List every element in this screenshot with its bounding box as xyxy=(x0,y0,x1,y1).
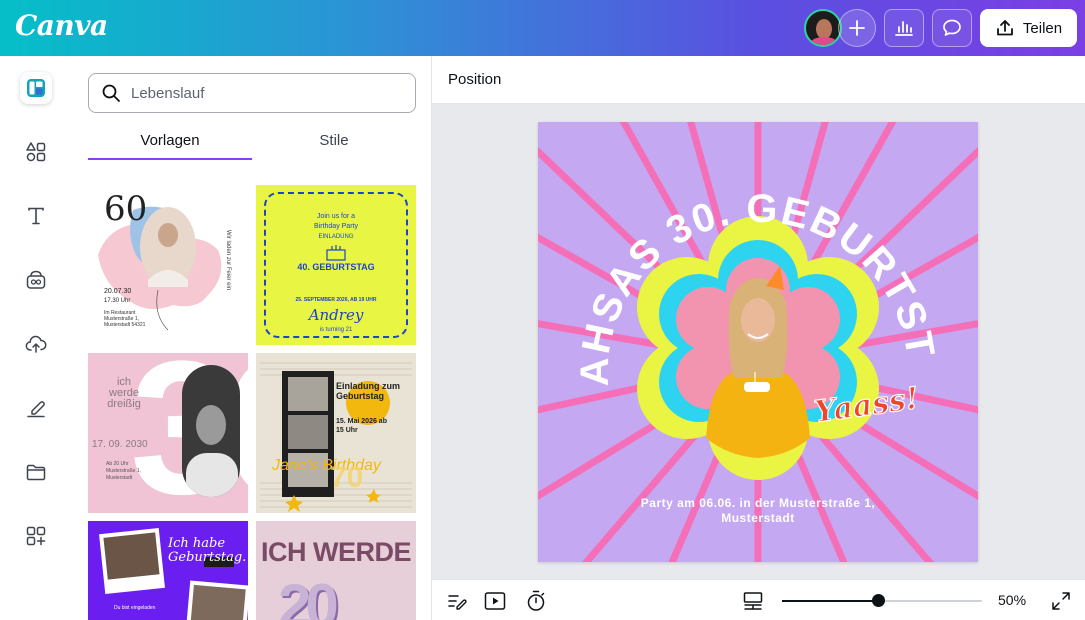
expand-icon xyxy=(1052,592,1070,610)
timer-button[interactable] xyxy=(525,590,547,612)
brand-kit-icon xyxy=(26,270,46,289)
template-line5: 25. SEPTEMBER 2026, AB 19 UHR xyxy=(295,297,377,303)
template-card[interactable]: Ich habe Geburtstag. Du bist eingeladen xyxy=(88,521,248,620)
template-line4: 40. GEBURTSTAG xyxy=(297,262,375,272)
template-time: 17.30 Uhr xyxy=(104,298,131,304)
template-info: Ab 20 Uhr Musterstraße 1, Musterstadt xyxy=(106,461,142,481)
design-footer-text: Party am 06.06. in der Musterstraße 1, M… xyxy=(640,496,876,525)
template-date: 17. 09. 2030 xyxy=(92,439,148,450)
text-icon xyxy=(28,207,44,225)
rail-item-design[interactable] xyxy=(20,72,52,104)
folder-icon xyxy=(26,464,46,481)
template-card[interactable]: ICH WERDE 20 xyxy=(256,521,416,620)
position-button[interactable]: Position xyxy=(448,71,501,88)
design-icon xyxy=(27,79,45,97)
template-date: 20.07.30 xyxy=(104,288,132,295)
fullscreen-button[interactable] xyxy=(1050,590,1072,612)
canva-logo[interactable]: Canva xyxy=(15,9,108,42)
zoom-slider-handle[interactable] xyxy=(872,594,885,607)
template-line1: ich werde dreißig xyxy=(107,376,141,410)
comment-button[interactable] xyxy=(932,9,972,47)
editor-workspace: Position AHSAS 30. GEBURTST Yaass! Party… xyxy=(432,56,1085,620)
rail-item-brand[interactable] xyxy=(20,264,52,296)
present-button[interactable] xyxy=(484,590,506,612)
bar-chart-icon xyxy=(895,21,913,36)
add-collaborator-button[interactable] xyxy=(838,9,876,47)
rail-item-projects[interactable] xyxy=(20,456,52,488)
insights-button[interactable] xyxy=(884,9,924,47)
draw-icon xyxy=(27,401,45,418)
template-line1: Ich habe Geburtstag. xyxy=(168,536,247,565)
template-card[interactable]: Join us for a Birthday Party EINLADUNG 4… xyxy=(256,185,416,345)
rail-item-elements[interactable] xyxy=(20,136,52,168)
template-number: 70 xyxy=(330,461,364,494)
search-icon xyxy=(102,84,120,102)
template-card[interactable]: 30 ich werde dreißig 17. 09. 2030 Ab 20 … xyxy=(88,353,248,513)
template-name: Andrey xyxy=(308,306,364,324)
grid-view-icon xyxy=(743,592,763,610)
share-label: Teilen xyxy=(1022,19,1063,37)
templates-panel: Vorlagen Stile 60 Wir laden zur Feier ei… xyxy=(72,56,432,620)
notes-icon xyxy=(448,595,467,610)
apps-icon xyxy=(26,526,46,546)
side-rail xyxy=(0,56,72,620)
template-number: 60 xyxy=(104,189,148,229)
template-date: 15. Mai 2026 ab 15 Uhr xyxy=(336,418,387,434)
template-card[interactable]: 60 Wir laden zur Feier ein 20.07.30 17.3… xyxy=(88,185,248,345)
template-photo xyxy=(99,528,165,594)
bottom-bar: 50% xyxy=(432,579,1085,620)
share-button[interactable]: Teilen xyxy=(980,9,1077,47)
rail-item-text[interactable] xyxy=(20,200,52,232)
template-line1: Join us for a xyxy=(316,213,356,220)
rail-item-draw[interactable] xyxy=(20,392,52,424)
rail-item-uploads[interactable] xyxy=(20,328,52,360)
tab-stile[interactable]: Stile xyxy=(252,126,416,160)
template-line2: Birthday Party xyxy=(314,223,358,230)
top-bar: Canva Teilen xyxy=(0,0,1085,56)
cloud-upload-icon xyxy=(25,335,47,353)
template-line3: EINLADUNG xyxy=(318,234,354,240)
context-toolbar: Position xyxy=(432,56,1085,104)
template-card[interactable]: Einladung zum Geburtstag 15. Mai 2026 ab… xyxy=(256,353,416,513)
tab-vorlagen[interactable]: Vorlagen xyxy=(88,126,252,160)
zoom-slider-fill xyxy=(782,600,878,602)
template-script: Jane's Birthday xyxy=(272,457,381,474)
play-icon xyxy=(484,592,506,610)
rail-item-apps[interactable] xyxy=(20,520,52,552)
template-number: 20 xyxy=(278,572,339,620)
avatar[interactable] xyxy=(804,9,842,47)
template-small: Du bist eingeladen xyxy=(114,605,156,611)
search-input[interactable] xyxy=(131,84,401,102)
shapes-icon xyxy=(26,142,46,162)
comment-icon xyxy=(943,19,961,36)
notes-button[interactable] xyxy=(446,590,468,612)
design-canvas[interactable]: MAHSAS 30. GEBURTSTAG Yaass! Party am 06… xyxy=(538,122,978,562)
upload-icon xyxy=(996,20,1013,36)
plus-icon xyxy=(849,20,865,36)
grid-view-button[interactable] xyxy=(742,590,764,612)
template-side-text: Wir laden zur Feier ein xyxy=(225,229,232,291)
timer-icon xyxy=(527,590,545,611)
template-place: Im Restaurant Musterstraße 1, Musterstad… xyxy=(104,310,146,328)
template-title: ICH WERDE xyxy=(261,537,412,567)
zoom-level[interactable]: 50% xyxy=(998,592,1026,608)
template-photo xyxy=(182,365,240,497)
template-line6: is turning 21 xyxy=(319,327,353,333)
panel-tabs: Vorlagen Stile xyxy=(88,126,416,162)
zoom-slider[interactable] xyxy=(782,594,982,607)
template-photo xyxy=(185,580,248,620)
template-title: Einladung zum Geburtstag xyxy=(336,381,400,401)
cake-icon xyxy=(326,245,346,261)
search-box[interactable] xyxy=(88,73,416,113)
